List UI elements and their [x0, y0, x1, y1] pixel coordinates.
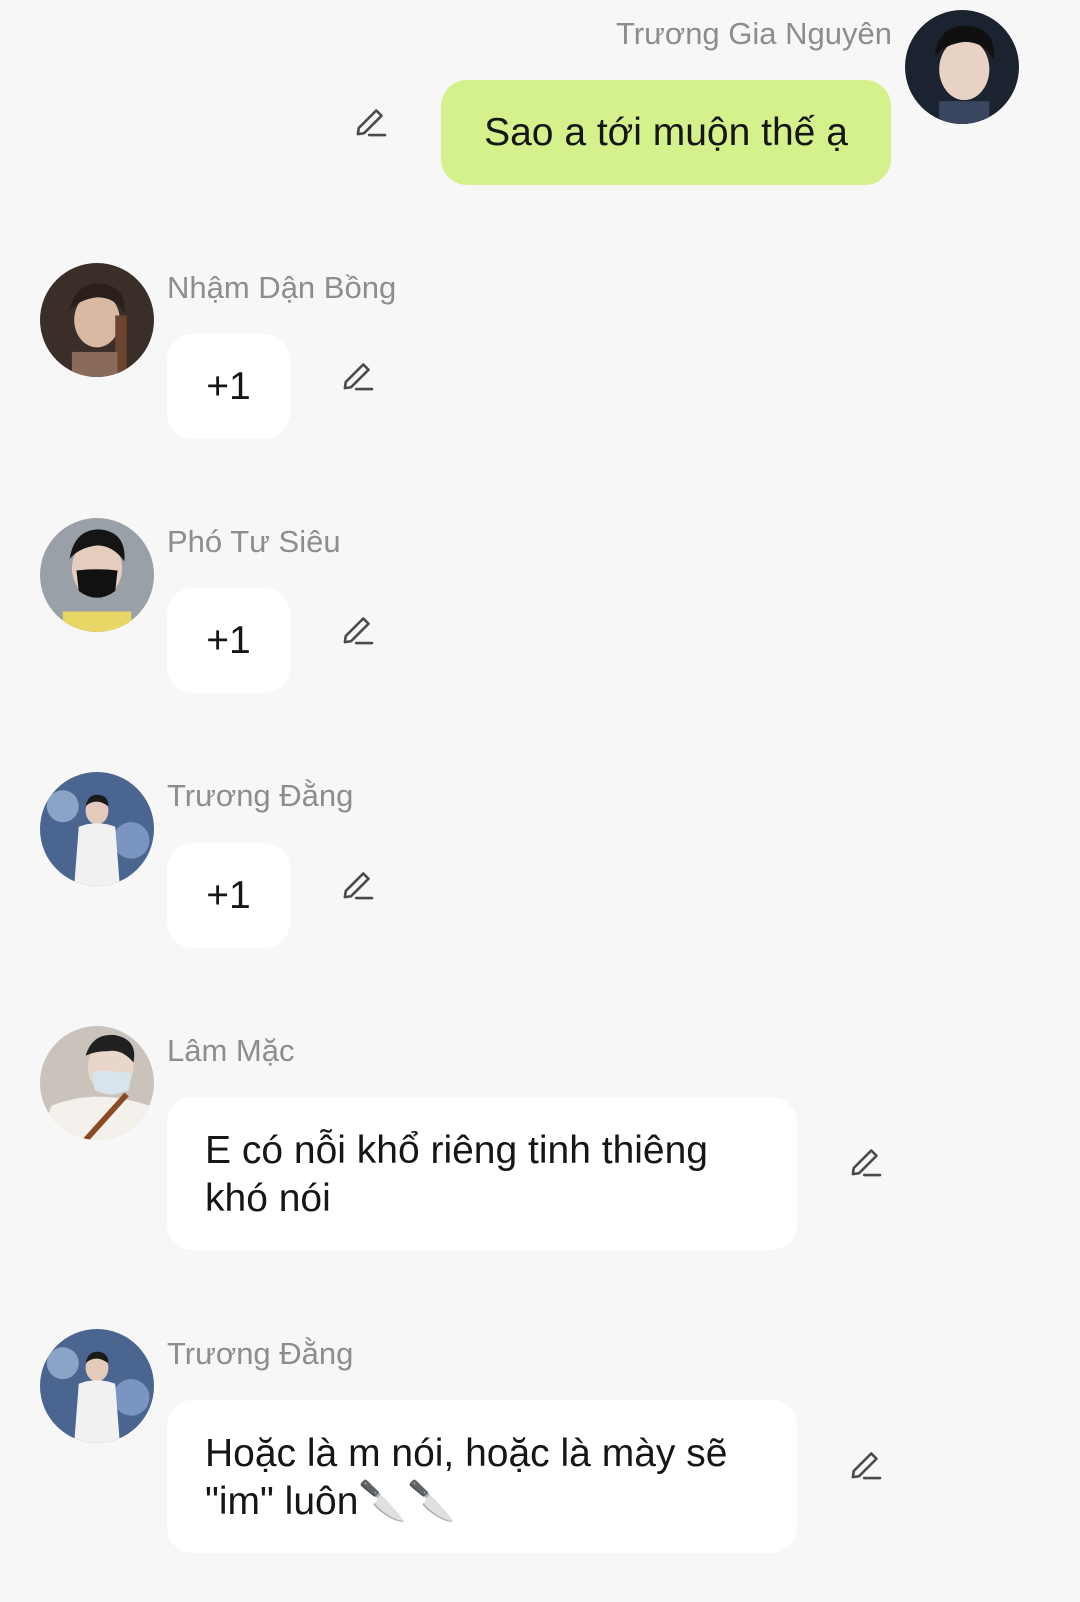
avatar[interactable] — [40, 1329, 154, 1443]
avatar[interactable] — [905, 10, 1019, 124]
avatar-photo — [905, 10, 1019, 124]
pencil-icon[interactable] — [337, 863, 379, 905]
message-bubble[interactable]: +1 — [167, 334, 290, 439]
sender-name: Nhậm Dận Bồng — [167, 270, 397, 305]
sender-name: Trương Đằng — [167, 778, 354, 813]
message-bubble[interactable]: +1 — [167, 588, 290, 693]
sender-name: Trương Đằng — [167, 1336, 354, 1371]
avatar-photo — [40, 263, 154, 377]
sender-name: Phó Tư Siêu — [167, 524, 341, 559]
message-bubble[interactable]: E có nỗi khổ riêng tinh thiêng khó nói — [167, 1097, 797, 1250]
avatar-photo — [40, 518, 154, 632]
chat-screen: { "colors": { "background": "#f7f7f7", "… — [0, 0, 1080, 1602]
message-bubble[interactable]: Sao a tới muộn thế ạ — [441, 80, 891, 185]
avatar[interactable] — [40, 772, 154, 886]
message-bubble[interactable]: +1 — [167, 843, 290, 948]
pencil-icon[interactable] — [845, 1443, 887, 1485]
message-bubble[interactable]: Hoặc là m nói, hoặc là mày sẽ "im" luôn🔪… — [167, 1400, 797, 1553]
avatar-photo — [40, 1026, 154, 1140]
avatar-photo — [40, 772, 154, 886]
avatar-photo — [40, 1329, 154, 1443]
avatar[interactable] — [40, 518, 154, 632]
pencil-icon[interactable] — [337, 608, 379, 650]
pencil-icon[interactable] — [845, 1140, 887, 1182]
sender-name: Trương Gia Nguyên — [616, 16, 892, 51]
pencil-icon[interactable] — [337, 354, 379, 396]
pencil-icon[interactable] — [350, 100, 392, 142]
sender-name: Lâm Mặc — [167, 1033, 295, 1068]
avatar[interactable] — [40, 263, 154, 377]
avatar[interactable] — [40, 1026, 154, 1140]
